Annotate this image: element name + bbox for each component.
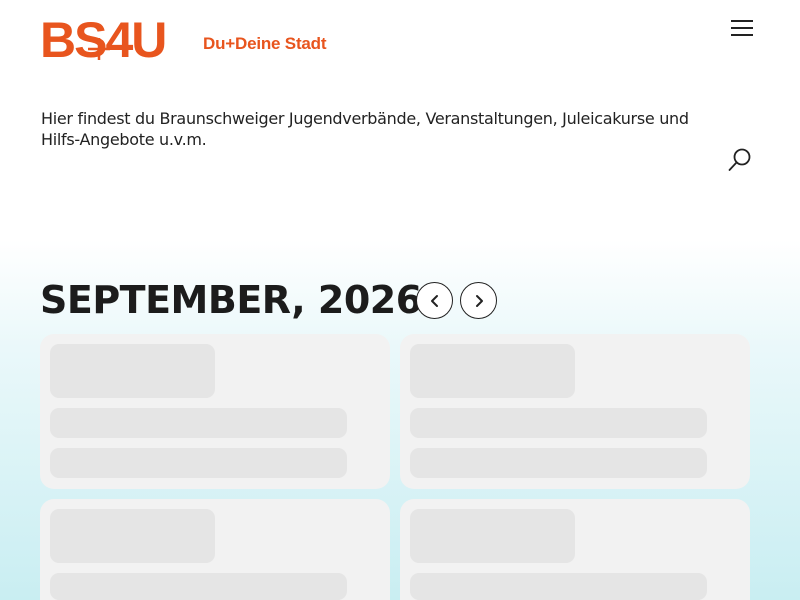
next-month-button[interactable] xyxy=(460,282,497,319)
search-icon xyxy=(728,148,751,171)
intro-text: Hier findest du Braunschweiger Jugendver… xyxy=(41,109,689,149)
skeleton-title xyxy=(50,509,215,563)
skeleton-title xyxy=(50,344,215,398)
skeleton-line xyxy=(50,573,347,600)
hamburger-bar xyxy=(731,34,753,36)
calendar-month-title: SEPTEMBER, 2026 xyxy=(40,278,422,322)
chevron-right-icon xyxy=(475,294,483,307)
skeleton-line xyxy=(50,448,347,478)
skeleton-line xyxy=(410,408,707,438)
search-button[interactable] xyxy=(727,147,753,173)
event-card-skeleton xyxy=(400,499,750,600)
skeleton-line xyxy=(410,448,707,478)
skeleton-line xyxy=(410,573,707,600)
skeleton-line xyxy=(50,408,347,438)
chevron-left-icon xyxy=(430,294,438,307)
event-card-skeleton xyxy=(40,499,390,600)
hamburger-bar xyxy=(731,27,753,29)
menu-button[interactable] xyxy=(731,18,753,38)
previous-month-button[interactable] xyxy=(416,282,453,319)
site-tagline: Du+Deine Stadt xyxy=(203,34,327,53)
hamburger-menu-icon xyxy=(731,20,753,22)
skeleton-title xyxy=(410,344,575,398)
event-card-skeleton xyxy=(400,334,750,489)
logo-plus-icon xyxy=(88,38,110,60)
event-card-skeleton xyxy=(40,334,390,489)
skeleton-title xyxy=(410,509,575,563)
